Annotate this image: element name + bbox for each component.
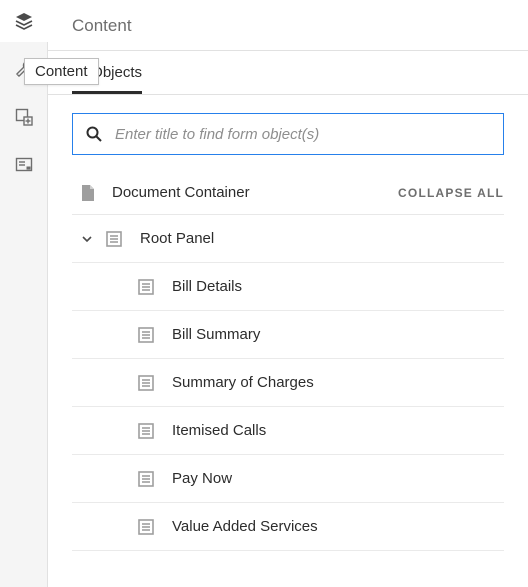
search-input[interactable] (113, 125, 491, 144)
document-icon (80, 184, 96, 202)
panel-icon (138, 279, 154, 295)
tree-item[interactable]: Summary of Charges (72, 359, 504, 407)
tree-item[interactable]: Itemised Calls (72, 407, 504, 455)
panel-icon (138, 375, 154, 391)
search-field[interactable] (72, 113, 504, 155)
tree-item-label: Pay Now (172, 470, 232, 487)
collapse-all-button[interactable]: Collapse All (398, 186, 504, 200)
search-icon (85, 125, 103, 143)
chevron-down-icon[interactable] (82, 234, 92, 244)
tree-item-label: Bill Summary (172, 326, 260, 343)
tooltip: Content (24, 58, 99, 85)
left-rail (0, 0, 48, 587)
panel-icon (138, 327, 154, 343)
form-icon (15, 156, 33, 174)
document-container-label: Document Container (112, 184, 398, 201)
tree-item[interactable]: Bill Details (72, 263, 504, 311)
add-panel-icon (15, 108, 33, 126)
tree-item-label: Bill Details (172, 278, 242, 295)
tree-item[interactable]: Bill Summary (72, 311, 504, 359)
rail-assets-button[interactable] (0, 96, 48, 138)
content-panel: Content … Objects (48, 0, 528, 587)
tree-item[interactable]: Pay Now (72, 455, 504, 503)
tabs: … Objects (48, 51, 528, 95)
root-panel-label: Root Panel (140, 230, 214, 247)
tree-item-label: Summary of Charges (172, 374, 314, 391)
panel-icon (138, 519, 154, 535)
panel-icon (138, 423, 154, 439)
panel-title: Content (48, 0, 528, 51)
tree-item-label: Value Added Services (172, 518, 318, 535)
panel-icon (138, 471, 154, 487)
rail-components-button[interactable] (0, 144, 48, 186)
layers-icon (14, 11, 34, 31)
root-panel-row[interactable]: Root Panel (72, 215, 504, 263)
panel-icon (106, 231, 122, 247)
tree-item-label: Itemised Calls (172, 422, 266, 439)
document-container-row[interactable]: Document Container Collapse All (72, 171, 504, 215)
rail-content-button[interactable] (0, 0, 48, 42)
tree-item[interactable]: Value Added Services (72, 503, 504, 551)
tree: Document Container Collapse All Root Pan… (48, 171, 528, 551)
